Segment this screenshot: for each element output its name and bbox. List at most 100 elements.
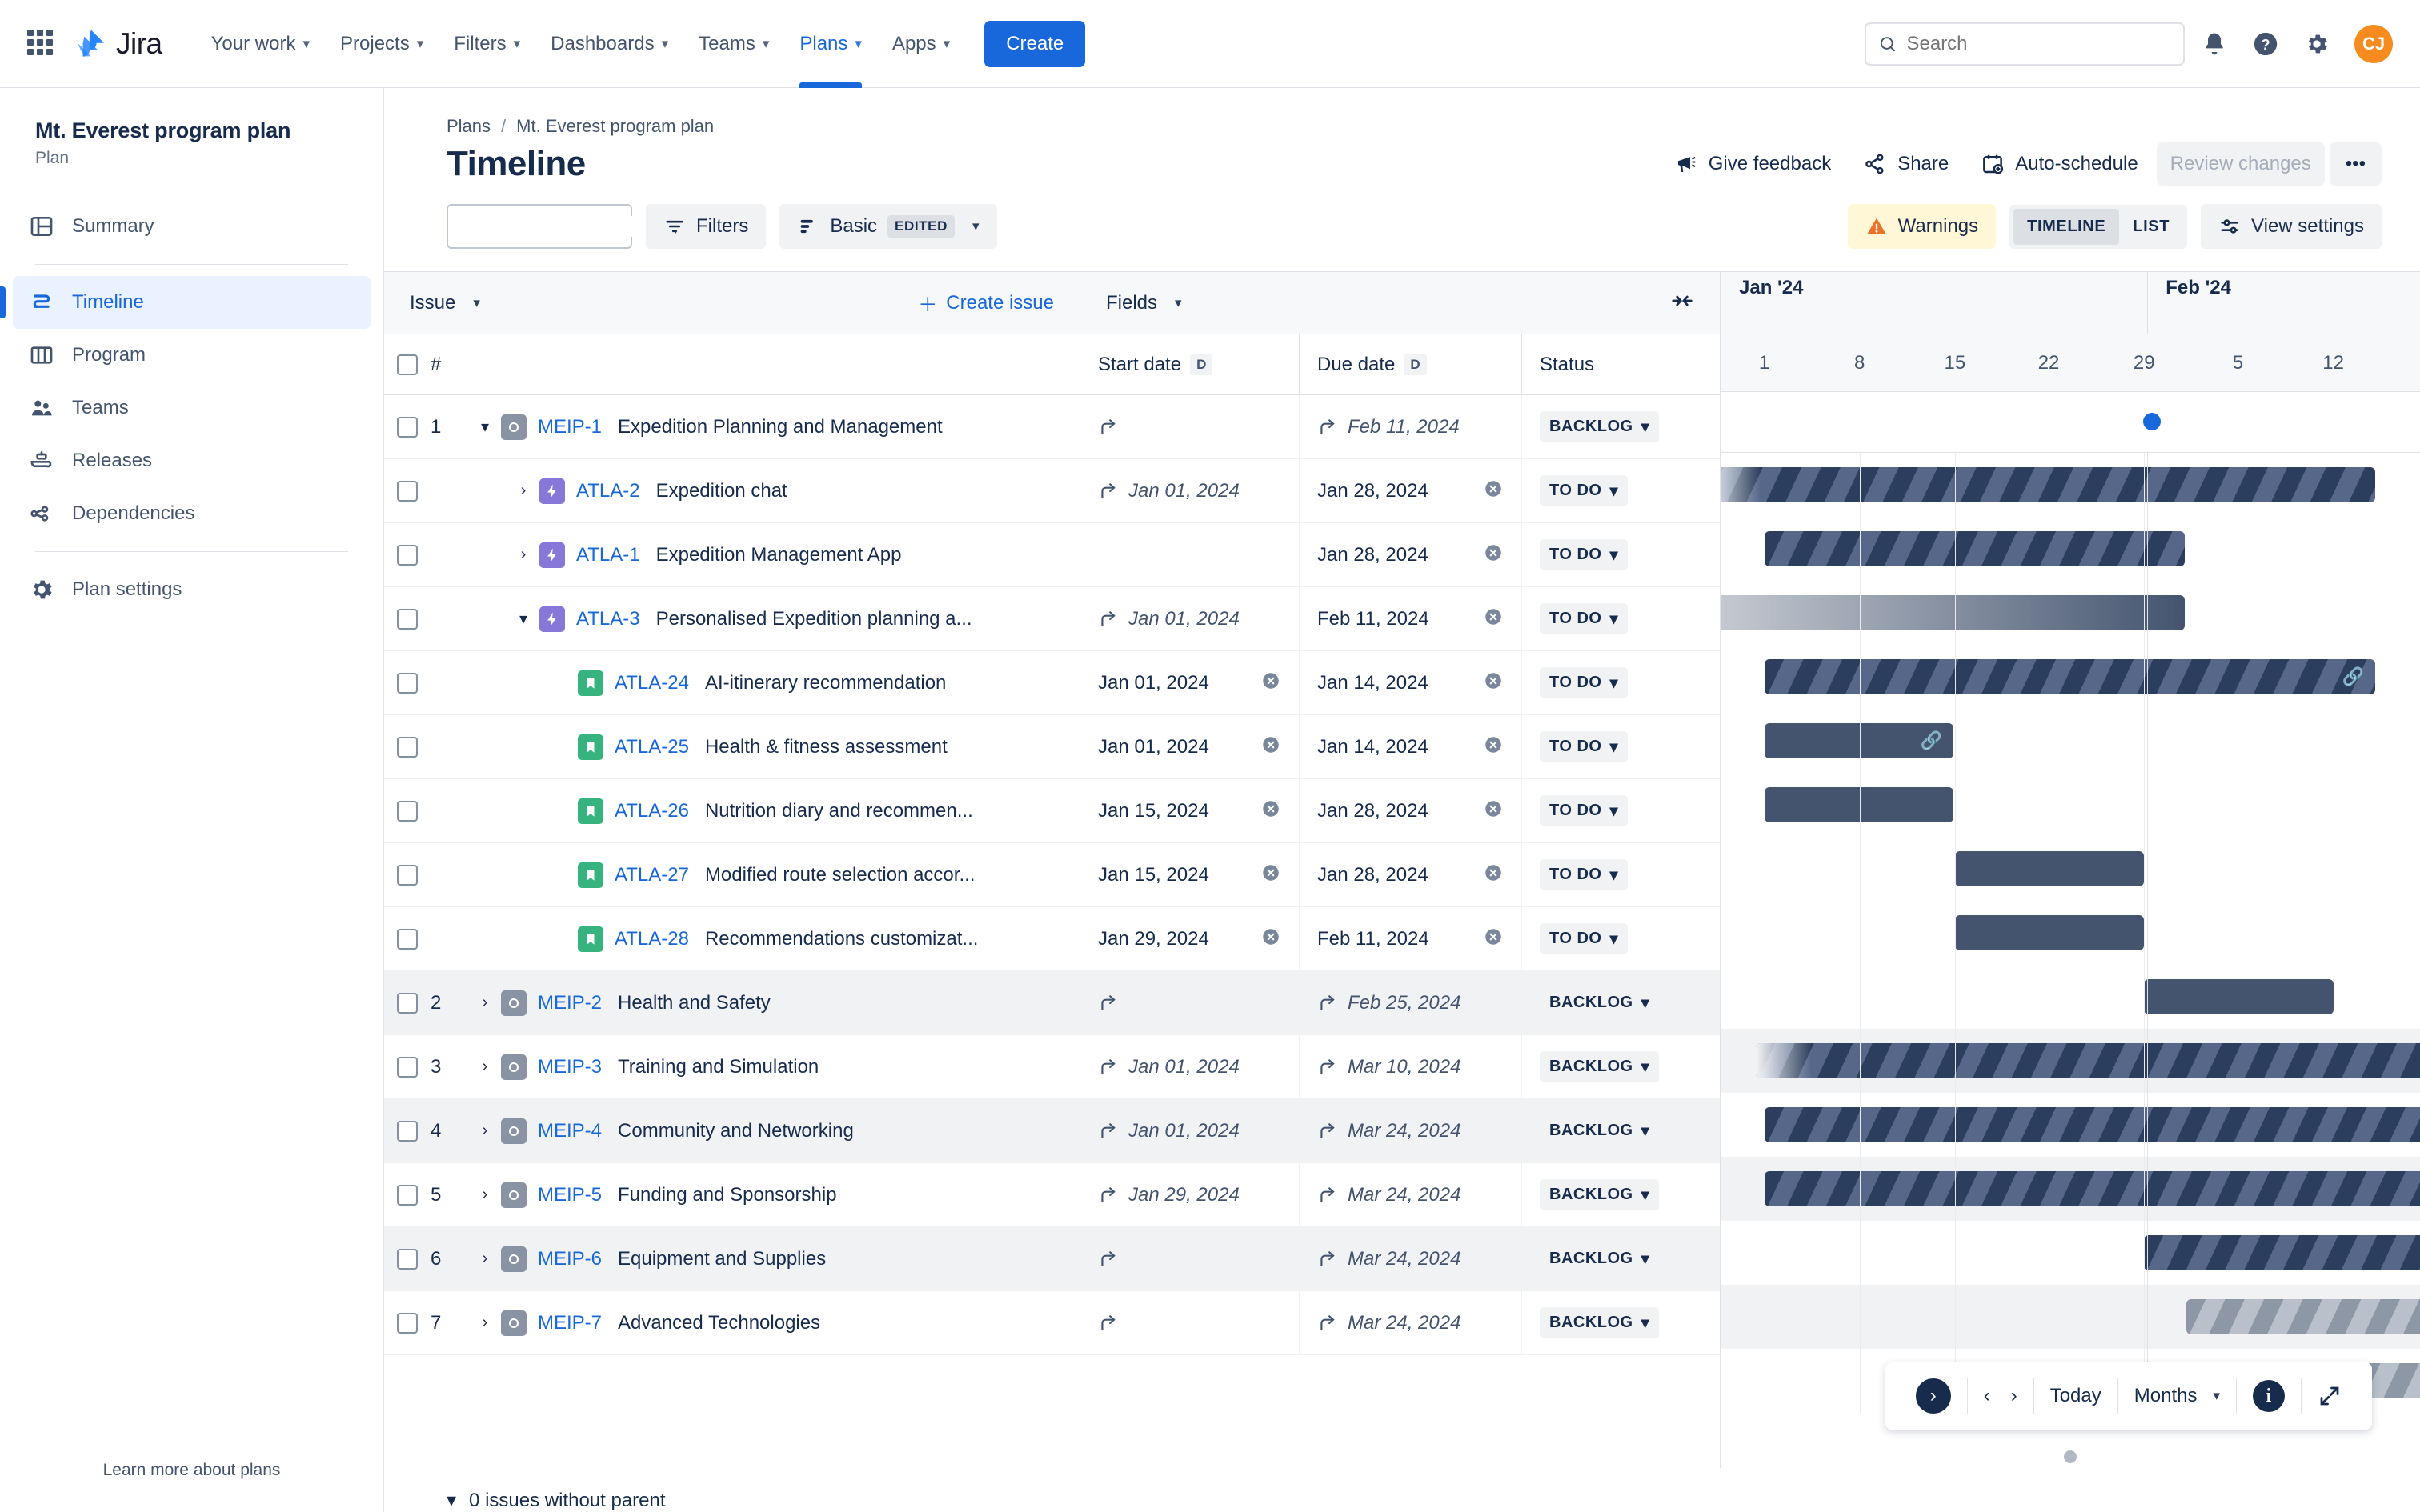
issue-key-link[interactable]: MEIP-2 <box>538 992 602 1014</box>
due-date-cell[interactable]: Mar 24, 2024 <box>1300 1227 1522 1290</box>
nav-item-teams[interactable]: Teams ▾ <box>683 0 784 88</box>
issue-key-link[interactable]: ATLA-27 <box>615 864 689 886</box>
issue-key-link[interactable]: MEIP-1 <box>538 416 602 438</box>
table-row[interactable]: ATLA-25 Health & fitness assessment <box>384 715 1080 779</box>
status-cell[interactable]: TO DO ▾ <box>1522 523 1721 586</box>
status-badge[interactable]: BACKLOG ▾ <box>1540 1307 1660 1338</box>
status-cell[interactable]: BACKLOG ▾ <box>1522 1291 1721 1354</box>
gantt-bar[interactable] <box>1954 851 2145 886</box>
settings-gear-icon[interactable] <box>2295 22 2338 66</box>
warnings-button[interactable]: Warnings <box>1847 204 1997 249</box>
view-preset-button[interactable]: Basic EDITED ▾ <box>779 204 997 249</box>
status-badge[interactable]: TO DO ▾ <box>1540 923 1629 954</box>
issue-key-link[interactable]: MEIP-6 <box>538 1248 602 1270</box>
status-cell[interactable]: TO DO ▾ <box>1522 587 1721 650</box>
row-checkbox[interactable] <box>397 736 418 758</box>
issue-key-link[interactable]: MEIP-4 <box>538 1120 602 1142</box>
status-badge[interactable]: TO DO ▾ <box>1540 795 1629 826</box>
gantt-bar[interactable]: → <box>1764 1171 2420 1206</box>
sidebar-item-timeline[interactable]: Timeline <box>0 276 371 329</box>
row-expand-toggle[interactable]: › <box>469 994 501 1012</box>
tab-timeline[interactable]: TIMELINE <box>2013 208 2120 245</box>
column-header-status[interactable]: Status <box>1522 334 1721 394</box>
chevron-right-icon[interactable]: › <box>2011 1385 2017 1407</box>
status-cell[interactable]: BACKLOG ▾ <box>1522 1035 1721 1098</box>
clear-due-date-button[interactable] <box>1483 606 1504 631</box>
row-expand-toggle[interactable]: › <box>507 546 539 564</box>
row-checkbox[interactable] <box>397 1184 418 1206</box>
issue-key-link[interactable]: ATLA-24 <box>615 672 689 694</box>
notification-bell-icon[interactable] <box>2193 22 2236 66</box>
status-cell[interactable]: TO DO ▾ <box>1522 907 1721 970</box>
row-checkbox[interactable] <box>397 544 418 566</box>
gantt-bar[interactable]: → <box>1764 1107 2420 1142</box>
status-badge[interactable]: TO DO ▾ <box>1540 667 1629 698</box>
issue-group-dropdown[interactable]: Issue ▾ <box>410 292 480 314</box>
status-cell[interactable]: BACKLOG ▾ <box>1522 395 1721 458</box>
status-cell[interactable]: TO DO ▾ <box>1522 779 1721 842</box>
clear-date-icon[interactable] <box>1483 670 1504 691</box>
status-cell[interactable]: BACKLOG ▾ <box>1522 971 1721 1034</box>
nav-item-projects[interactable]: Projects ▾ <box>325 0 439 88</box>
start-date-cell[interactable]: Jan 15, 2024 <box>1080 779 1300 842</box>
view-settings-button[interactable]: View settings <box>2201 204 2382 249</box>
today-button[interactable]: Today <box>2050 1385 2101 1407</box>
gantt-bar[interactable]: → <box>1756 1043 2420 1078</box>
row-expand-toggle[interactable]: › <box>469 1314 501 1332</box>
gantt-bar[interactable] <box>1721 467 2376 502</box>
nav-item-plans[interactable]: Plans ▾ <box>784 0 877 88</box>
row-expand-toggle[interactable]: › <box>469 1250 501 1268</box>
row-checkbox[interactable] <box>397 480 418 502</box>
start-date-cell[interactable]: Jan 29, 2024 <box>1080 1163 1300 1226</box>
select-all-checkbox[interactable] <box>397 354 418 375</box>
clear-start-date-button[interactable] <box>1260 862 1281 887</box>
expand-fullscreen-icon[interactable] <box>2318 1384 2342 1408</box>
dependency-link-icon[interactable]: 🔗 <box>2342 666 2364 687</box>
issue-key-link[interactable]: ATLA-3 <box>576 608 640 630</box>
status-badge[interactable]: TO DO ▾ <box>1540 603 1629 634</box>
gantt-bar[interactable] <box>1764 531 2185 566</box>
start-date-cell[interactable]: Jan 01, 2024 <box>1080 1099 1300 1162</box>
status-badge[interactable]: TO DO ▾ <box>1540 859 1629 890</box>
due-date-cell[interactable]: Mar 10, 2024 <box>1300 1035 1522 1098</box>
gantt-bar[interactable]: → <box>2186 1299 2420 1334</box>
sidebar-item-plan-settings[interactable]: Plan settings <box>13 563 371 616</box>
clear-start-date-button[interactable] <box>1260 798 1281 823</box>
clear-due-date-button[interactable] <box>1483 542 1504 567</box>
sidebar-item-summary[interactable]: Summary <box>13 200 371 253</box>
issue-key-link[interactable]: ATLA-1 <box>576 544 640 566</box>
due-date-cell[interactable]: Jan 28, 2024 <box>1300 843 1522 906</box>
table-row[interactable]: 1 ▾ MEIP-1 Expedition Planning and Manag… <box>384 395 1080 459</box>
user-avatar[interactable]: CJ <box>2354 24 2393 63</box>
nav-item-filters[interactable]: Filters ▾ <box>439 0 535 88</box>
row-checkbox[interactable] <box>397 928 418 950</box>
issue-key-link[interactable]: MEIP-5 <box>538 1184 602 1206</box>
row-expand-toggle[interactable]: › <box>469 1186 501 1204</box>
status-cell[interactable]: BACKLOG ▾ <box>1522 1163 1721 1226</box>
due-date-cell[interactable]: Mar 24, 2024 <box>1300 1163 1522 1226</box>
collapse-fields-icon[interactable] <box>1670 289 1694 317</box>
row-checkbox[interactable] <box>397 992 418 1014</box>
jira-logo-link[interactable]: Jira <box>74 27 162 61</box>
create-button[interactable]: Create <box>984 20 1086 67</box>
gantt-bar[interactable] <box>1764 787 1953 822</box>
table-row[interactable]: 6 › MEIP-6 Equipment and Supplies <box>384 1227 1080 1291</box>
status-badge[interactable]: TO DO ▾ <box>1540 731 1629 762</box>
sidebar-item-program[interactable]: Program <box>13 329 371 382</box>
table-row[interactable]: › ATLA-1 Expedition Management App <box>384 523 1080 587</box>
table-row[interactable]: ▾ ATLA-3 Personalised Expedition plannin… <box>384 587 1080 651</box>
share-button[interactable]: Share <box>1849 142 1962 186</box>
due-date-cell[interactable]: Jan 28, 2024 <box>1300 779 1522 842</box>
row-expand-toggle[interactable]: › <box>469 1058 501 1076</box>
row-checkbox[interactable] <box>397 864 418 886</box>
clear-date-icon[interactable] <box>1260 926 1281 947</box>
start-date-cell[interactable]: Jan 01, 2024 <box>1080 651 1300 714</box>
clear-start-date-button[interactable] <box>1260 926 1281 951</box>
row-checkbox[interactable] <box>397 1056 418 1078</box>
clear-start-date-button[interactable] <box>1260 670 1281 695</box>
review-changes-button[interactable]: Review changes <box>2156 142 2325 186</box>
due-date-cell[interactable]: Feb 11, 2024 <box>1300 587 1522 650</box>
start-date-cell[interactable]: Jan 15, 2024 <box>1080 843 1300 906</box>
issue-key-link[interactable]: ATLA-2 <box>576 480 640 502</box>
table-row[interactable]: ATLA-27 Modified route selection accor..… <box>384 843 1080 907</box>
